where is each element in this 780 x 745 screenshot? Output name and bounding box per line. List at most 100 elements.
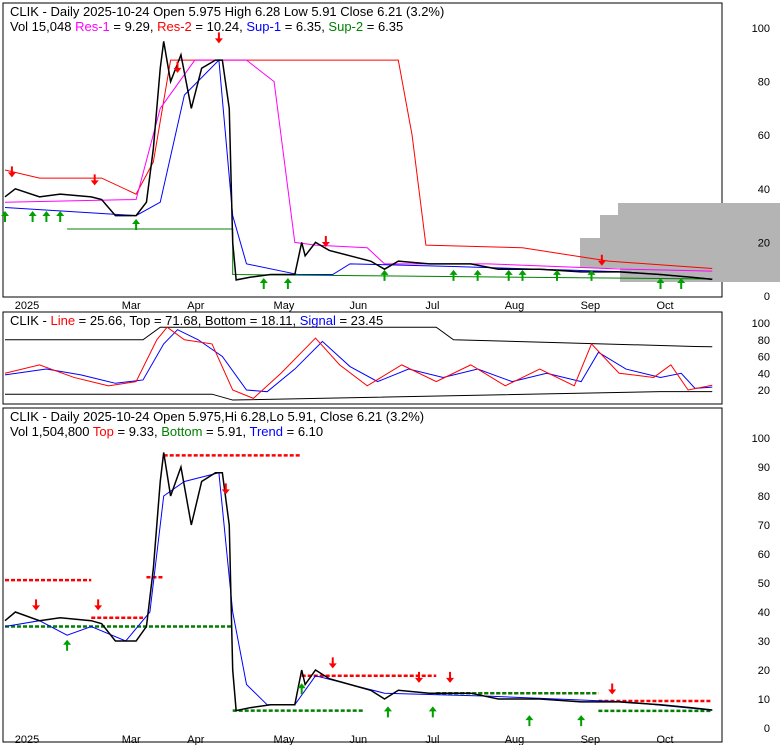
osc-signal-line	[4, 329, 713, 393]
buy-arrow-icon	[383, 706, 392, 718]
osc-top-line	[5, 326, 713, 348]
price-x-tick-label: May	[274, 300, 295, 312]
osc-y-tick-label: 80	[758, 335, 770, 347]
trend-x-tick-label: Aug	[505, 734, 525, 745]
price-y-tick-label: 60	[758, 130, 770, 142]
trend-x-tick-label: May	[274, 734, 295, 745]
trend-x-tick-label: Apr	[187, 734, 204, 745]
trend-value: = 6.10	[283, 424, 324, 439]
price-x-tick-label: Mar	[122, 300, 141, 312]
price-x-tick-label: Oct	[657, 300, 674, 312]
price-x-tick-label: Sep	[581, 300, 601, 312]
trend-y-tick-label: 60	[758, 549, 770, 561]
res1-label: Res-1	[75, 19, 110, 34]
buy-arrow-icon	[504, 269, 513, 281]
bottom-value: = 5.91,	[202, 424, 250, 439]
buy-arrow-icon	[518, 269, 527, 281]
trend-y-tick-label: 70	[758, 520, 770, 532]
osc-line-value: = 25.66, Top = 71.68, Bottom = 18.11,	[75, 313, 300, 328]
sell-arrow-icon	[214, 32, 223, 44]
buy-arrow-icon	[553, 269, 561, 281]
trend-x-tick-label: Sep	[581, 734, 601, 745]
trend-x-tick-label: Jul	[425, 734, 439, 745]
sup2-value: = 6.35	[363, 19, 404, 34]
chart-canvas: 02040608010020252025MarMarAprAprMayMayJu…	[1, 2, 780, 745]
price-x-tick-label: 2025	[15, 300, 39, 312]
trend-x-tick-label: Oct	[657, 734, 674, 745]
osc-main-line	[4, 326, 713, 399]
osc-y-tick-label: 40	[758, 368, 770, 380]
price-ohlc-text: CLIK - Daily 2025-10-24 Open 5.975 High …	[10, 4, 445, 19]
res1-value: = 9.29,	[109, 19, 158, 34]
buy-arrow-icon	[577, 715, 586, 727]
price-y-tick-label: 80	[758, 77, 770, 89]
trend-panel-header: CLIK - Daily 2025-10-24 Open 5.975,Hi 6.…	[10, 409, 424, 439]
volume-text: Vol 15,048	[10, 19, 72, 34]
price-x-tick-label: Jun	[349, 300, 367, 312]
buy-arrow-icon	[42, 210, 51, 222]
buy-arrow-icon	[259, 277, 268, 289]
trend-y-tick-label: 50	[758, 578, 770, 590]
buy-arrow-icon	[283, 277, 292, 289]
sell-arrow-icon	[221, 483, 230, 495]
bottom-label: Bottom	[161, 424, 203, 439]
sup2-label: Sup-2	[328, 19, 364, 34]
osc-bottom-line	[5, 391, 713, 401]
price-y-tick-label: 100	[752, 23, 770, 35]
sell-arrow-icon	[446, 671, 455, 683]
trend-price-line	[4, 452, 713, 712]
oscillator-header: CLIK - Line = 25.66, Top = 71.68, Bottom…	[10, 313, 383, 328]
trend-y-tick-label: 10	[758, 694, 770, 706]
trend-y-tick-label: 90	[758, 462, 770, 474]
trend-y-tick-label: 40	[758, 607, 770, 619]
top-value: = 9.33,	[113, 424, 162, 439]
osc-signal-label: Signal	[299, 313, 336, 328]
sell-arrow-icon	[32, 599, 41, 611]
sell-arrow-icon	[90, 174, 99, 186]
sup1-value: = 6.35,	[281, 19, 329, 34]
sell-arrow-icon	[328, 657, 337, 669]
res2-value: = 10.24,	[191, 19, 247, 34]
trend-y-tick-label: 100	[752, 433, 770, 445]
trend-x-tick-label: 2025	[15, 734, 39, 745]
trend-y-tick-label: 30	[758, 636, 770, 648]
buy-arrow-icon	[28, 210, 37, 222]
trend-y-tick-label: 0	[764, 723, 770, 735]
price-x-tick-label: Jul	[425, 300, 439, 312]
trend-label: Trend	[249, 424, 283, 439]
price-y-tick-label: 0	[764, 291, 770, 303]
res2-label: Res-2	[157, 19, 192, 34]
osc-y-tick-label: 100	[752, 318, 770, 330]
price-y-tick-label: 40	[758, 184, 770, 196]
buy-arrow-icon	[525, 715, 534, 727]
buy-arrow-icon	[132, 219, 141, 230]
top-label: Top	[92, 424, 114, 439]
buy-arrow-icon	[380, 269, 389, 281]
buy-arrow-icon	[56, 210, 65, 222]
buy-arrow-icon	[63, 639, 72, 651]
osc-y-tick-label: 20	[758, 385, 770, 397]
sup1-label: Sup-1	[246, 19, 282, 34]
price-panel-header: CLIK - Daily 2025-10-24 Open 5.975 High …	[10, 4, 444, 34]
sell-arrow-icon	[608, 683, 617, 695]
trend-x-tick-label: Mar	[122, 734, 141, 745]
osc-prefix: CLIK -	[10, 313, 51, 328]
sell-arrow-icon	[415, 671, 423, 683]
price-x-tick-label: Aug	[505, 300, 525, 312]
buy-arrow-icon	[449, 269, 458, 281]
trend-x-tick-label: Jun	[349, 734, 367, 745]
osc-line-label: Line	[50, 313, 76, 328]
buy-arrow-icon	[428, 706, 437, 718]
trend-y-tick-label: 20	[758, 665, 770, 677]
trend-ohlc-text: CLIK - Daily 2025-10-24 Open 5.975,Hi 6.…	[10, 409, 425, 424]
osc-signal-value: = 23.45	[335, 313, 384, 328]
price-x-tick-label: Apr	[187, 300, 204, 312]
buy-arrow-icon	[473, 269, 482, 281]
chart-window: 0 20 40 60 80 100 2025 2025 Mar Mar Apr Apr May May Ju…	[0, 0, 780, 745]
osc-y-tick-label: 60	[758, 352, 770, 364]
trend-volume-text: Vol 1,504,800	[10, 424, 93, 439]
price-y-tick-label: 20	[758, 237, 770, 249]
trend-y-tick-label: 80	[758, 491, 770, 503]
price-levels-text: Vol 15,048 Res-1 = 9.29, Res-2 = 10.24, …	[10, 19, 444, 34]
sell-arrow-icon	[94, 599, 103, 611]
